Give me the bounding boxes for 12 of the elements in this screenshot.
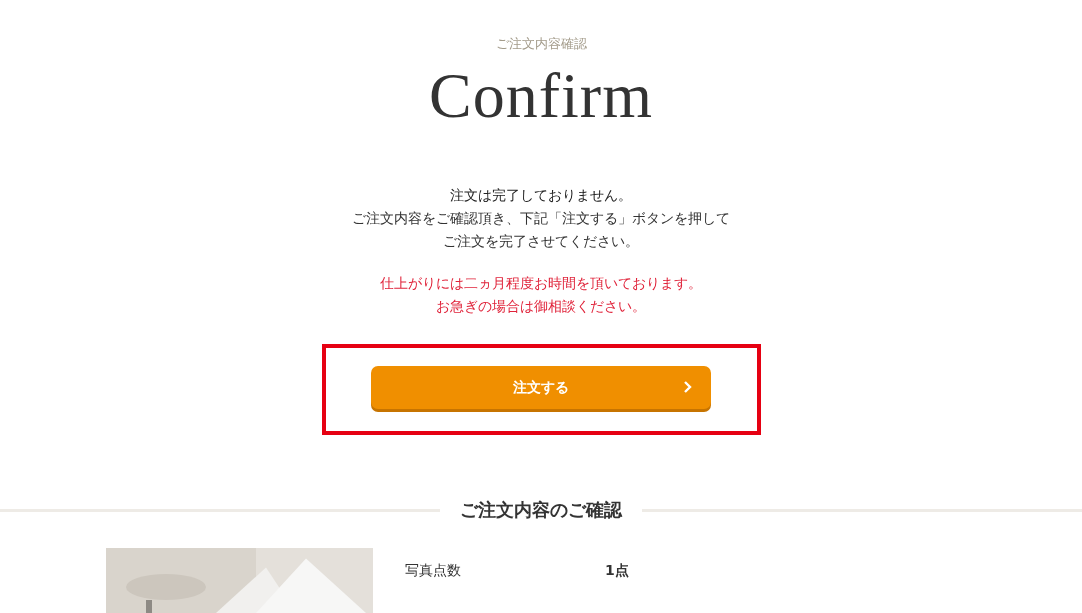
notice-text: ご注文内容をご確認頂き、下記「注文する」ボタンを押して xyxy=(352,209,730,228)
warning-text: 仕上がりには二ヵ月程度お時間を頂いております。 xyxy=(380,274,702,293)
chevron-right-icon xyxy=(683,380,693,394)
row-value: 1点 xyxy=(605,562,629,580)
page-title: Confirm xyxy=(429,61,653,131)
warning-text: お急ぎの場合は御相談ください。 xyxy=(435,297,647,316)
notice-text: 注文は完了しておりません。 xyxy=(449,186,633,205)
order-button[interactable]: 注文する xyxy=(371,366,711,409)
row-label: 写真点数 xyxy=(405,562,462,580)
notice-text: ご注文を完了させてください。 xyxy=(442,232,640,251)
page-subtitle: ご注文内容確認 xyxy=(495,35,587,53)
section-heading: ご注文内容のご確認 xyxy=(460,498,622,522)
